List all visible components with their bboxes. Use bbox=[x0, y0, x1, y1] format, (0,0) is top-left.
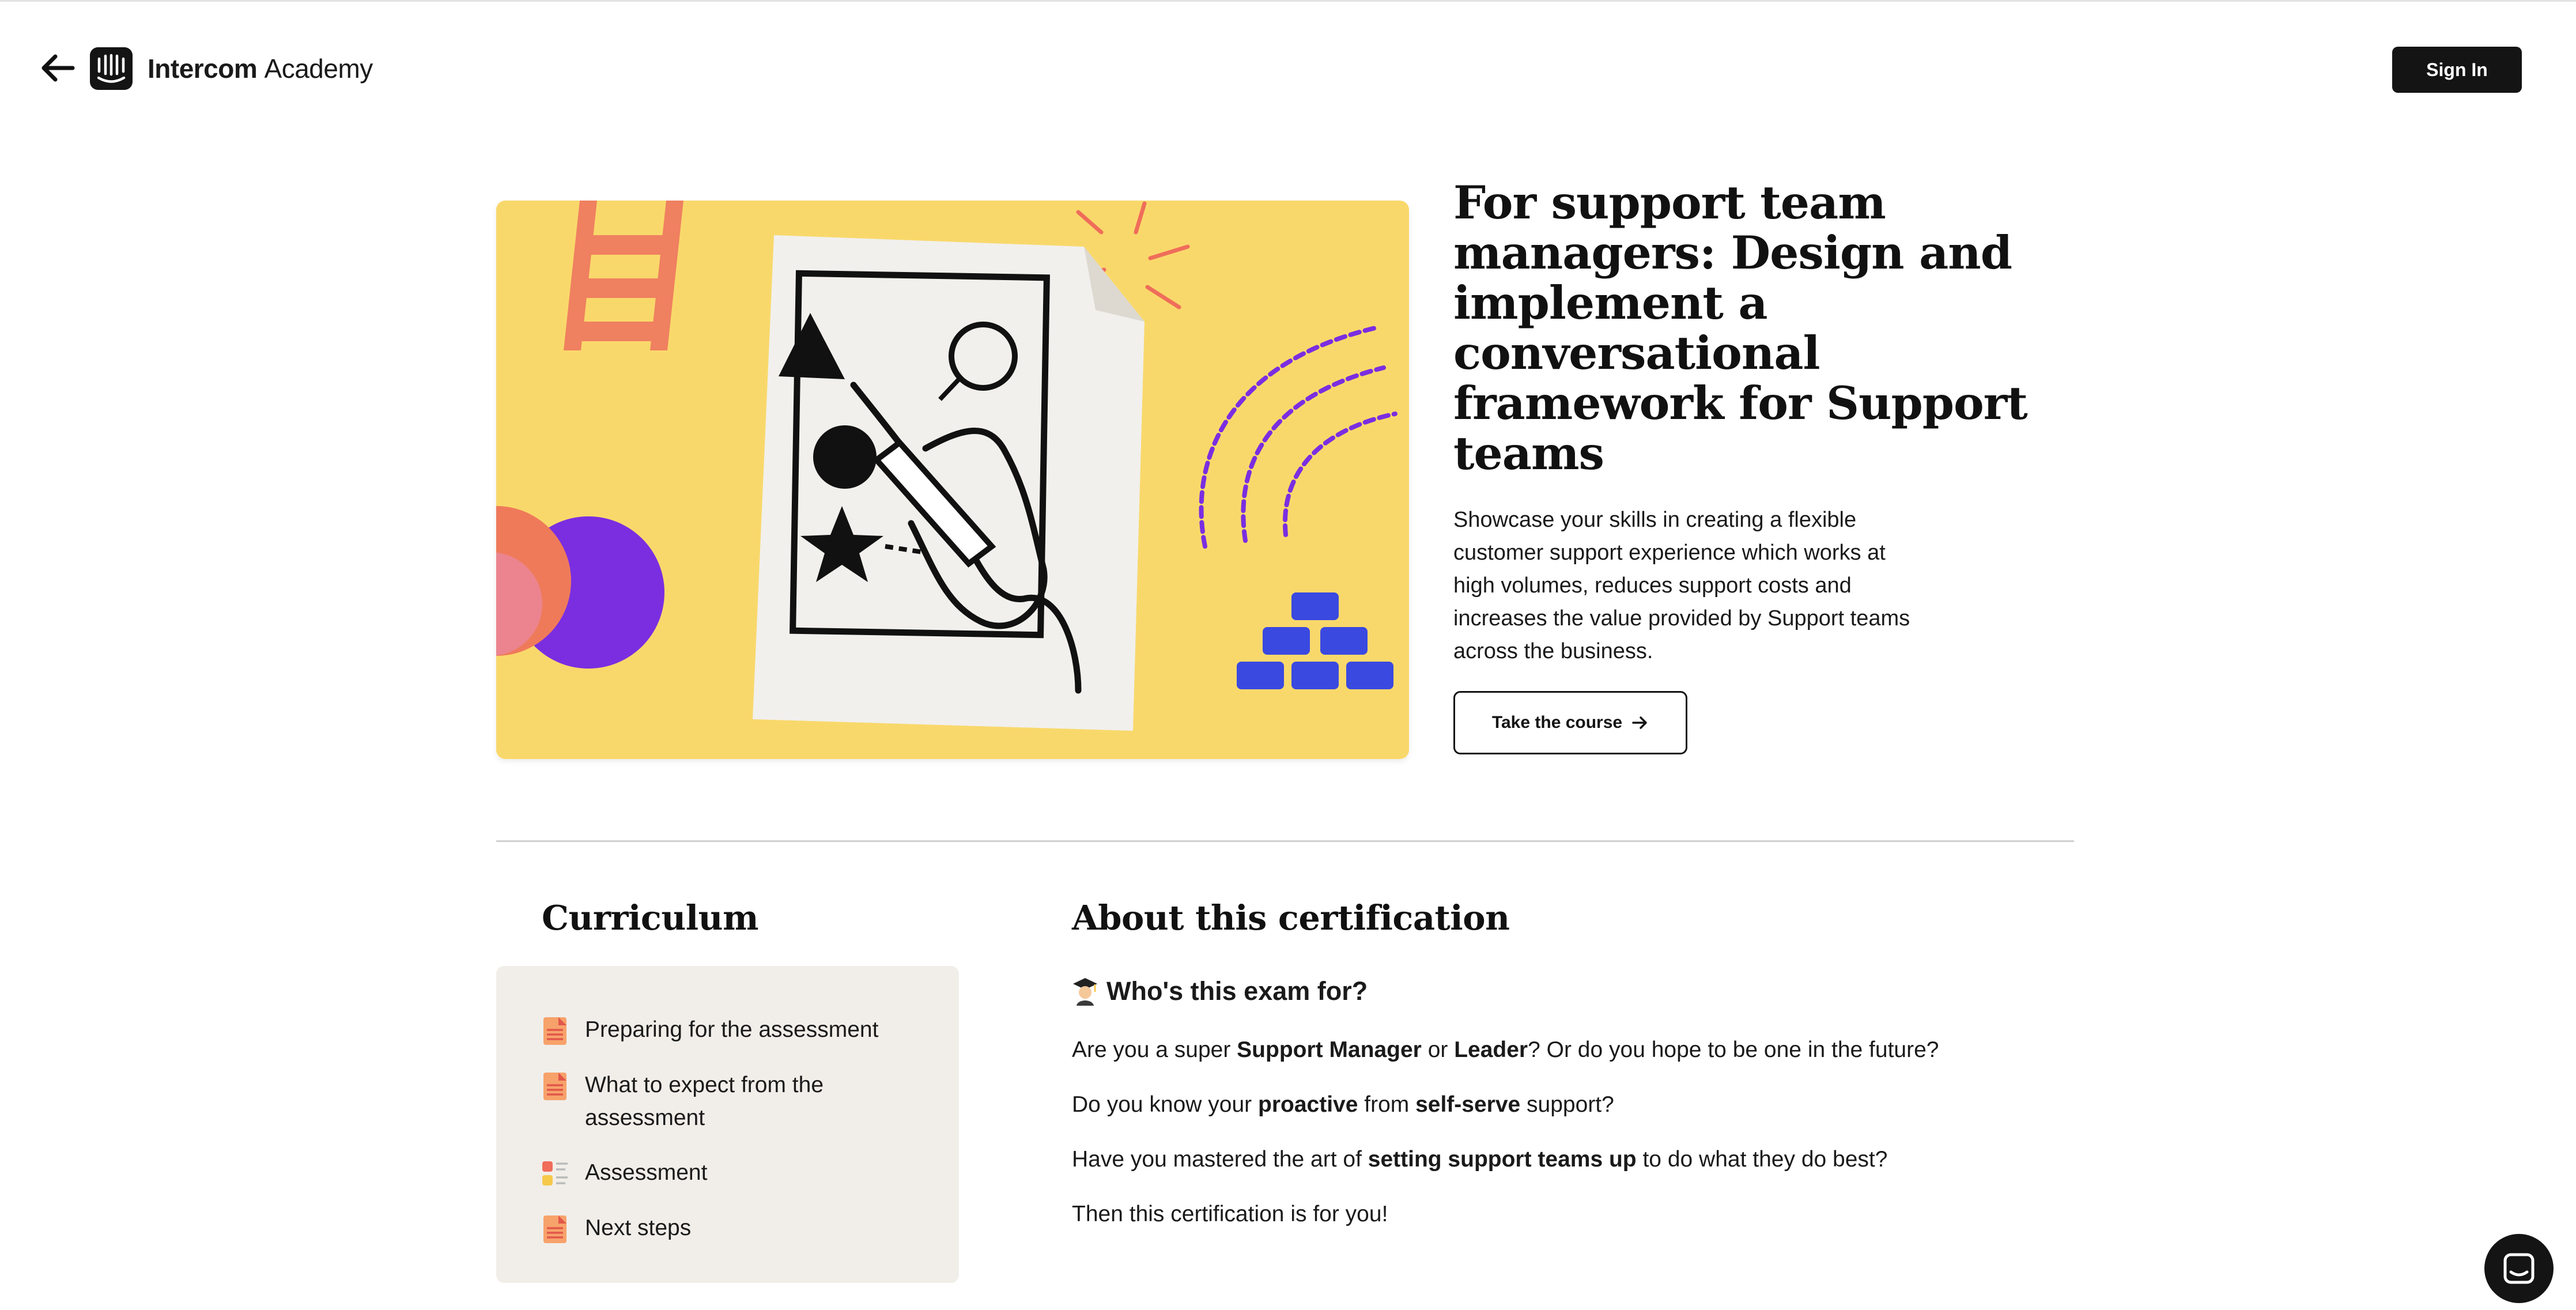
curriculum-item[interactable]: Next steps bbox=[542, 1211, 908, 1244]
top-border bbox=[0, 0, 2576, 2]
curriculum-item-label: Next steps bbox=[585, 1215, 692, 1240]
section-divider bbox=[496, 840, 2074, 842]
about-paragraph-1: Are you a super Support Manager or Leade… bbox=[1072, 1037, 1939, 1062]
checklist-icon bbox=[542, 1161, 568, 1186]
curriculum-item[interactable]: Preparing for the assessment bbox=[542, 1013, 908, 1046]
arrow-left-icon[interactable] bbox=[39, 53, 75, 83]
document-icon bbox=[543, 1017, 566, 1045]
about-title: About this certification bbox=[1072, 898, 1510, 938]
curriculum-item[interactable]: Assessment bbox=[542, 1156, 908, 1189]
sign-in-button[interactable]: Sign In bbox=[2392, 47, 2522, 93]
who-subtitle: Who's this exam for? bbox=[1072, 976, 1368, 1006]
brand-name: Intercom Academy bbox=[148, 54, 373, 84]
curriculum-item-label: Preparing for the assessment bbox=[585, 1017, 879, 1042]
about-paragraph-4: Then this certification is for you! bbox=[1072, 1202, 1388, 1226]
chat-icon bbox=[2503, 1253, 2535, 1284]
brand[interactable]: Intercom Academy bbox=[90, 47, 373, 90]
curriculum-panel: Preparing for the assessment What to exp… bbox=[496, 966, 959, 1283]
curriculum-item-label: What to expect from the assessment bbox=[585, 1073, 824, 1130]
who-subtitle-text: Who's this exam for? bbox=[1106, 976, 1368, 1006]
graduate-icon bbox=[1073, 978, 1097, 1006]
course-description: Showcase your skills in creating a flexi… bbox=[1453, 508, 1910, 663]
take-course-button[interactable]: Take the course bbox=[1453, 691, 1687, 754]
course-hero-image bbox=[496, 201, 1409, 759]
course-title: For support team managers: Design and im… bbox=[1453, 176, 2028, 480]
chat-launcher-button[interactable] bbox=[2484, 1234, 2554, 1303]
about-paragraph-3: Have you mastered the art of setting sup… bbox=[1072, 1147, 1888, 1172]
document-icon bbox=[543, 1073, 566, 1100]
intercom-logo-icon bbox=[90, 47, 133, 90]
arrow-right-icon bbox=[1632, 716, 1647, 729]
document-icon bbox=[543, 1215, 566, 1243]
curriculum-item[interactable]: What to expect from the assessment bbox=[542, 1069, 908, 1134]
curriculum-title: Curriculum bbox=[542, 898, 759, 938]
curriculum-item-label: Assessment bbox=[585, 1160, 708, 1185]
take-course-label: Take the course bbox=[1491, 713, 1623, 732]
paper-illustration bbox=[753, 235, 1145, 731]
about-paragraph-2: Do you know your proactive from self-ser… bbox=[1072, 1092, 1614, 1117]
